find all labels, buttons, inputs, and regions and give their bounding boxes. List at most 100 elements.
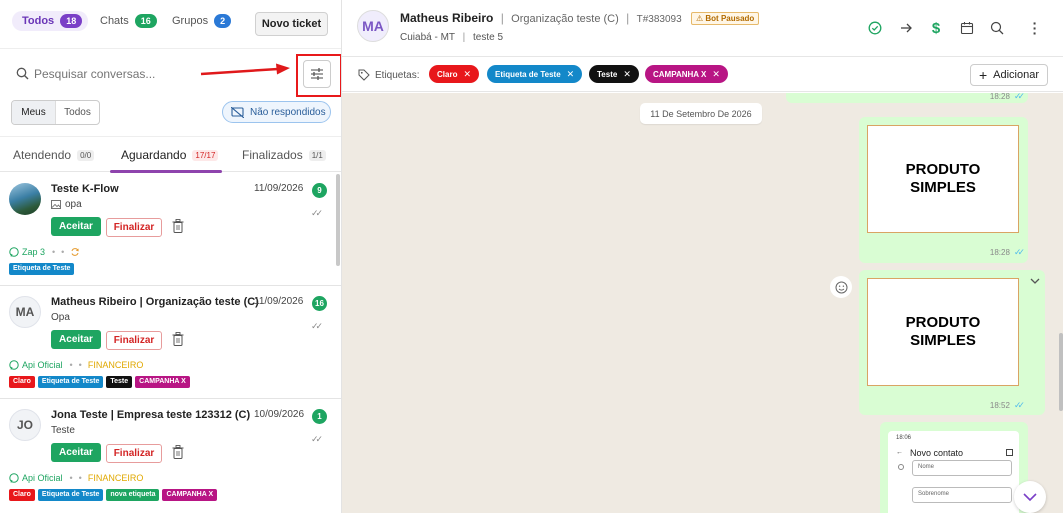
trash-icon[interactable]	[172, 332, 184, 346]
tab-label: Chats	[100, 15, 129, 27]
bot-status-badge: ⚠ Bot Pausado	[690, 12, 760, 25]
avatar	[9, 183, 41, 215]
divider: |	[462, 32, 466, 43]
finish-button[interactable]: Finalizar	[106, 218, 162, 237]
message-image[interactable]: PRODUTO SIMPLES	[867, 125, 1019, 233]
search-icon	[16, 67, 29, 80]
tag-etiqueta-de-teste: Etiqueta de Teste	[9, 263, 75, 275]
calendar-icon	[960, 22, 974, 35]
labels-title: Etiquetas:	[358, 69, 419, 81]
tag-icon	[358, 69, 370, 81]
status-tab-count: 0/0	[77, 149, 95, 161]
trash-icon[interactable]	[172, 445, 184, 459]
status-tab-label: Aguardando	[121, 148, 187, 162]
chevron-down-icon[interactable]	[1030, 278, 1040, 285]
schedule-button[interactable]	[959, 20, 975, 36]
tag-campanha-x: CAMPANHA X	[135, 376, 190, 388]
contact-avatar[interactable]: MA	[357, 10, 389, 42]
queue-name: FINANCEIRO	[87, 473, 144, 483]
close-icon[interactable]: ✕	[623, 69, 631, 80]
double-check-icon: ✓✓	[1013, 93, 1025, 101]
tag-claro: Claro	[9, 489, 35, 501]
last-message-text: Teste	[51, 425, 75, 436]
image-message-bubble[interactable]: PRODUTO SIMPLES 18:28 ✓✓	[859, 117, 1028, 263]
more-vertical-icon[interactable]: · · ·	[1027, 16, 1043, 40]
accept-button[interactable]: Aceitar	[51, 330, 101, 349]
label-chip-teste[interactable]: Teste ✕	[589, 65, 639, 83]
message-area-scrollbar[interactable]	[1059, 333, 1063, 411]
avatar: MA	[9, 296, 41, 328]
message-area[interactable]: 18:28 ✓✓ 11 De Setembro De 2026 PRODUTO S…	[342, 93, 1063, 513]
whatsapp-icon	[9, 360, 19, 370]
accept-button[interactable]: Aceitar	[51, 217, 101, 236]
phone-screenshot-image[interactable]: 18:06 ← Novo contato Nome Sobrenome	[888, 431, 1019, 513]
channel-name: Zap 3	[22, 247, 46, 257]
tab-label: Todos	[22, 15, 55, 27]
queue-name: FINANCEIRO	[87, 360, 144, 370]
ticket-list-panel: Todos 18 Chats 16 Grupos 2 Novo ticket P…	[0, 0, 342, 513]
tab-label: Grupos	[172, 15, 209, 27]
scroll-down-button[interactable]	[1014, 481, 1046, 513]
tab-atendendo[interactable]: Atendendo 0/0	[13, 148, 95, 162]
transfer-button[interactable]	[898, 20, 914, 36]
phone-field-surname: Sobrenome	[912, 487, 1012, 503]
chat-header: MA Matheus Ribeiro | Organização teste (…	[342, 0, 1063, 57]
double-check-icon: ✓✓	[311, 321, 323, 331]
tab-grupos[interactable]: Grupos 2	[172, 14, 232, 28]
label-chip-campanha-x[interactable]: CAMPANHA X ✕	[645, 65, 728, 83]
person-icon	[898, 464, 904, 470]
back-arrow-icon: ←	[896, 449, 903, 456]
react-button[interactable]	[830, 276, 852, 298]
message-time-text: 18:28	[989, 248, 1010, 257]
ticket-item[interactable]: Teste K-Flow 11/09/2026 opa 9 ✓✓ Aceitar…	[0, 173, 341, 286]
owner-filter-mine[interactable]: Meus	[12, 101, 56, 124]
message-time: 18:52 ✓✓	[990, 400, 1025, 411]
status-tab-count: 17/17	[192, 149, 219, 161]
ticket-item[interactable]: MA Matheus Ribeiro | Organização teste (…	[0, 286, 341, 399]
close-icon[interactable]: ✕	[463, 69, 471, 80]
finish-button[interactable]: Finalizar	[106, 331, 162, 350]
resolve-button[interactable]	[867, 20, 883, 36]
tab-finalizados[interactable]: Finalizados 1/1	[242, 148, 326, 162]
ticket-item[interactable]: JO Jona Teste | Empresa teste 123312 (C)…	[0, 399, 341, 513]
owner-filter-all[interactable]: Todos	[56, 101, 99, 124]
phone-status-time: 18:06	[896, 435, 912, 441]
chat-off-icon	[231, 106, 244, 118]
finish-button[interactable]: Finalizar	[106, 444, 162, 463]
sync-icon	[71, 248, 79, 256]
new-ticket-button[interactable]: Novo ticket	[255, 12, 328, 36]
label-chip-claro[interactable]: Claro ✕	[429, 65, 479, 83]
unread-badge: 9	[312, 183, 327, 198]
separator-dot: •	[69, 473, 73, 483]
accept-button[interactable]: Aceitar	[51, 443, 101, 462]
image-message-bubble[interactable]: PRODUTO SIMPLES 18:52 ✓✓	[859, 270, 1045, 415]
ticket-number: T#383093	[636, 14, 682, 25]
message-image[interactable]: PRODUTO SIMPLES	[867, 278, 1019, 386]
close-icon[interactable]: ✕	[567, 69, 575, 80]
tab-count-badge: 16	[134, 14, 157, 28]
search-messages-button[interactable]	[989, 20, 1005, 36]
message-time: 18:28 ✓✓	[989, 247, 1025, 258]
unread-badge: 16	[312, 296, 327, 311]
message-bubble: 18:28 ✓✓	[786, 93, 1028, 103]
tab-aguardando[interactable]: Aguardando 17/17	[121, 148, 219, 162]
close-icon[interactable]: ✕	[712, 69, 720, 80]
annotation-arrow-icon	[200, 63, 290, 76]
ticket-channel: Api Oficial • • FINANCEIRO	[9, 473, 143, 483]
ticket-tags: Claro Etiqueta de Teste Teste CAMPANHA X	[9, 376, 190, 388]
unanswered-filter-button[interactable]: Não respondidos	[222, 101, 331, 123]
double-check-icon: ✓✓	[311, 434, 323, 444]
dollar-icon[interactable]: $	[928, 20, 944, 37]
tab-todos[interactable]: Todos 18	[12, 11, 89, 31]
contact-name[interactable]: Matheus Ribeiro	[400, 11, 493, 25]
add-label-button[interactable]: + Adicionar	[970, 64, 1048, 86]
tab-chats[interactable]: Chats 16	[100, 14, 157, 28]
smiley-icon	[835, 281, 847, 293]
status-tab-label: Finalizados	[242, 148, 303, 162]
trash-icon[interactable]	[172, 219, 184, 233]
label-chip-etiqueta-de-teste[interactable]: Etiqueta de Teste ✕	[487, 65, 583, 83]
whatsapp-icon	[9, 473, 19, 483]
tag-teste: Teste	[106, 376, 133, 388]
divider: |	[500, 11, 504, 25]
ticket-list-scrollbar[interactable]	[336, 174, 340, 266]
